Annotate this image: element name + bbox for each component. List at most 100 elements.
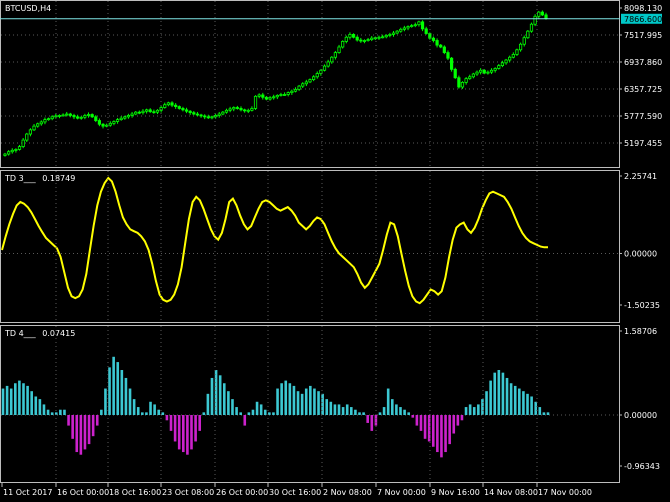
histogram-bar	[542, 412, 546, 416]
histogram-bar	[231, 399, 234, 416]
candle-body	[330, 56, 334, 63]
histogram-bar	[501, 372, 505, 416]
candle-body	[290, 90, 294, 94]
time-tick-label: 14 Nov 08:00	[484, 488, 538, 497]
candle-body	[355, 36, 359, 41]
histogram-bar	[309, 385, 312, 416]
candle-body	[195, 113, 200, 116]
histogram-bar	[395, 404, 398, 416]
candle-body	[7, 151, 11, 155]
candle-body	[442, 46, 446, 53]
candle-body	[537, 11, 541, 17]
candle-body	[268, 97, 272, 100]
histogram-bar	[370, 415, 374, 431]
histogram-bar	[513, 385, 517, 416]
candle-body	[86, 114, 91, 116]
candle-body	[475, 71, 479, 75]
candle-body	[170, 102, 174, 106]
candle-body	[333, 52, 338, 58]
candle-body	[301, 83, 305, 87]
candle-body	[424, 28, 428, 34]
td3-tick-label: 0.00000	[624, 249, 657, 258]
bid-price-label: 7866.600	[624, 15, 662, 24]
candle-body	[68, 113, 72, 116]
candle-body	[224, 109, 229, 113]
candle-body	[508, 56, 512, 61]
time-tick-label: 16 Oct 00:00	[57, 488, 109, 497]
candle-body	[134, 111, 138, 115]
candle-body	[206, 116, 210, 119]
candle-body	[341, 41, 345, 48]
candle-body	[72, 115, 76, 118]
candle-body	[282, 94, 287, 96]
histogram-bar	[296, 391, 300, 416]
histogram-bar	[493, 372, 497, 416]
candle-body	[446, 52, 450, 59]
time-tick-label: 23 Oct 08:00	[162, 488, 214, 497]
candle-body	[464, 78, 468, 83]
histogram-bar	[186, 415, 189, 455]
candle-body	[217, 113, 221, 116]
candle-body	[272, 96, 276, 99]
td4-tick-label: 1.58706	[624, 327, 657, 336]
candle-body	[148, 109, 152, 113]
candle-body	[14, 148, 18, 151]
candle-body	[32, 125, 36, 131]
histogram-bar	[440, 415, 443, 458]
histogram-bar	[177, 415, 181, 450]
candle-body	[199, 114, 203, 117]
candle-body	[359, 39, 363, 42]
candle-body	[471, 73, 475, 78]
candle-body	[312, 76, 316, 80]
candle-body	[529, 23, 534, 32]
candle-body	[50, 116, 54, 120]
histogram-bar	[464, 407, 468, 416]
td4-value: 0.07415	[42, 329, 75, 338]
time-tick-label: 7 Nov 00:00	[377, 488, 426, 497]
histogram-bar	[251, 409, 255, 416]
histogram-bar	[104, 388, 107, 416]
histogram-bar	[59, 409, 62, 416]
candle-body	[381, 36, 385, 39]
time-tick-label: 18 Oct 16:00	[109, 488, 161, 497]
histogram-bar	[141, 412, 144, 416]
candle-body	[46, 118, 51, 121]
histogram-bar	[202, 412, 206, 416]
candle-body	[119, 117, 123, 121]
candle-body	[518, 43, 523, 51]
histogram-bar	[403, 409, 406, 416]
candle-body	[526, 30, 530, 39]
histogram-bar	[366, 415, 369, 423]
candle-body	[482, 69, 486, 74]
candle-body	[544, 14, 548, 19]
histogram-bar	[116, 362, 120, 416]
candle-body	[65, 113, 69, 116]
histogram-bar	[190, 415, 193, 450]
candle-body	[326, 61, 330, 67]
candle-body	[351, 34, 356, 38]
td3-tick-label: 2.25741	[624, 172, 657, 181]
candle-body	[402, 27, 406, 30]
candle-body	[43, 119, 47, 123]
histogram-bar	[456, 415, 460, 426]
mt4-chart-window[interactable]: BTCUSD,H4 TD 3___ 0.18749 TD 4___ 0.0741…	[0, 0, 670, 502]
histogram-bar	[534, 401, 538, 416]
histogram-bar	[419, 415, 423, 431]
bid-price-box: 7866.600	[621, 13, 662, 24]
histogram-bar	[423, 415, 427, 439]
histogram-bar	[489, 380, 492, 416]
candle-body	[213, 115, 218, 118]
candle-body	[395, 30, 399, 34]
candle-body	[533, 15, 537, 25]
candle-body	[177, 106, 181, 109]
candle-body	[304, 81, 308, 85]
candle-body	[337, 46, 341, 53]
candle-body	[108, 122, 112, 126]
candle-body	[76, 116, 80, 119]
histogram-bar	[42, 404, 46, 416]
candle-body	[468, 76, 472, 80]
candle-body	[83, 115, 87, 118]
candle-body	[181, 108, 185, 111]
histogram-bar	[1, 388, 5, 416]
candle-body	[10, 149, 14, 153]
